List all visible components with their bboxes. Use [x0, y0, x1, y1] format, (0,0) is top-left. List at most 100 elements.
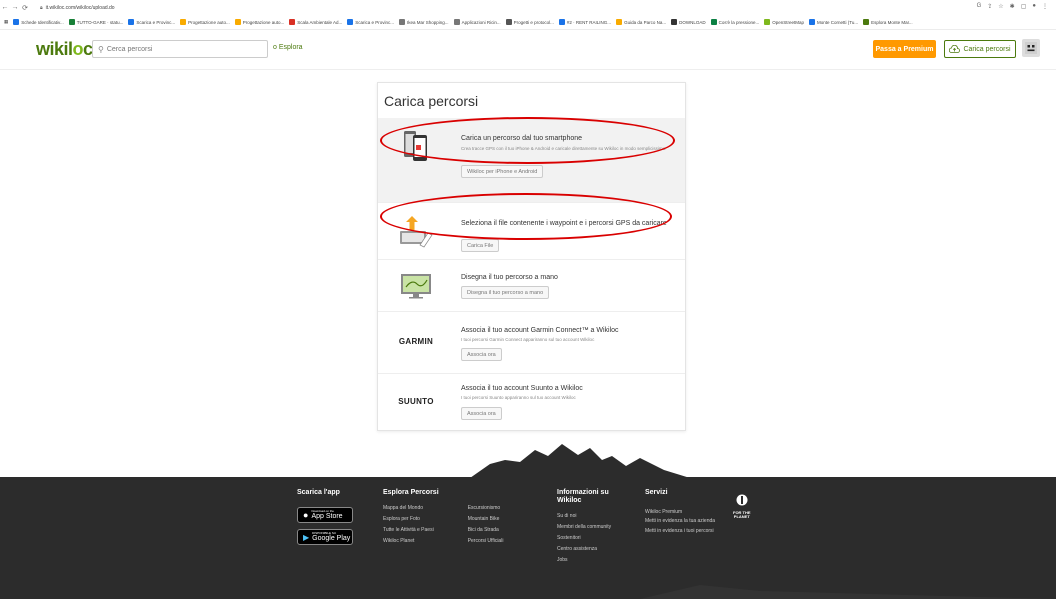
premium-button[interactable]: Passa a Premium	[873, 40, 936, 58]
bookmark-item[interactable]: #2 · RENT RAILING...	[558, 19, 612, 25]
google-play-badge[interactable]: ▶ DISPONIBILE SU Google Play	[297, 529, 353, 545]
bookmark-item[interactable]: TUTTO-GARE · statu...	[68, 19, 123, 25]
bookmark-favicon-icon	[128, 19, 135, 25]
back-icon[interactable]: ←	[0, 4, 10, 11]
footer-link[interactable]: Escursionismo	[468, 503, 504, 514]
bookmark-label: Schede Identificativ...	[21, 19, 64, 25]
footer-heading: Informazioni su Wikiloc	[557, 489, 609, 504]
option-title: Seleziona il file contenente i waypoint …	[461, 220, 667, 227]
apple-icon: ●	[303, 510, 309, 520]
bookmark-item[interactable]: Monte Cornetti (Tu...	[809, 19, 858, 25]
explore-link[interactable]: o Esplora	[273, 44, 303, 51]
bookmark-item[interactable]: DOWNLOAD	[671, 19, 706, 25]
upload-tracks-button[interactable]: Carica percorsi	[944, 40, 1016, 58]
smartphone-app-button[interactable]: Wikiloc per iPhone e Android	[461, 165, 544, 178]
footer-link[interactable]: Percorsi Ufficiali	[468, 536, 504, 547]
footer-link[interactable]: Sostenitori	[557, 533, 611, 544]
file-upload-icon	[398, 213, 434, 249]
avatar[interactable]	[1022, 39, 1040, 57]
bookmark-item[interactable]: Ikea Mar Shopping...	[399, 19, 449, 25]
draw-track-button[interactable]: Disegna il tuo percorso a mano	[461, 286, 550, 299]
bookmark-label: OpenStreetMap	[772, 19, 805, 25]
footer-link[interactable]: Membri della community	[557, 522, 611, 533]
footer-link[interactable]: Mountain Bike	[468, 514, 504, 525]
cloud-upload-icon	[949, 45, 961, 53]
wikiloc-logo[interactable]: wikiloc	[36, 39, 93, 60]
bookmark-label: Progetti e protocol...	[513, 19, 554, 25]
footer-link[interactable]: Jobs	[557, 555, 611, 566]
bookmark-item[interactable]: Progetti e protocol...	[505, 19, 554, 25]
bookmark-favicon-icon	[505, 19, 512, 25]
footer-heading: Servizi	[645, 489, 668, 496]
browser-actions: G ⇪ ☆ ✱ ▢ ● ⋮	[977, 3, 1048, 10]
footer-services-column: Servizi Wikiloc Premium Metti in evidenz…	[645, 489, 717, 535]
bookmark-label: Cos'è la pressione...	[718, 19, 760, 25]
bookmark-favicon-icon	[13, 19, 20, 25]
footer-link[interactable]: Su di noi	[557, 511, 611, 522]
bookmark-favicon-icon	[616, 19, 623, 25]
google-icon[interactable]: G	[977, 3, 982, 10]
bookmark-label: Scala Ambientale Ad...	[297, 19, 343, 25]
connect-suunto-button[interactable]: Associa ora	[461, 407, 502, 420]
play-icon: ▶	[303, 532, 310, 542]
footer-link[interactable]: Esplora per Foto	[383, 514, 434, 525]
upload-file-button[interactable]: Carica File	[461, 239, 500, 252]
smartphone-icon	[398, 128, 434, 164]
address-bar[interactable]: it.wikiloc.com/wikiloc/upload.do	[46, 5, 115, 11]
bookmark-favicon-icon	[68, 19, 75, 25]
bookmark-item[interactable]: OpenStreetMap	[764, 19, 804, 25]
bookmark-item[interactable]: Esplora Monte Mar...	[863, 19, 913, 25]
option-title: Disegna il tuo percorso a mano	[461, 274, 558, 281]
explore-links-col1: Mappa del Mondo Esplora per Foto Tutte l…	[383, 503, 434, 547]
option-title: Carica un percorso dal tuo smartphone	[461, 135, 583, 142]
footer-link[interactable]: Metti in evidenza la tua azienda	[645, 518, 717, 525]
profile-icon[interactable]: ●	[1032, 3, 1036, 10]
footer-heading: Esplora Percorsi	[383, 489, 439, 496]
bookmark-favicon-icon	[453, 19, 460, 25]
bookmark-favicon-icon	[764, 19, 771, 25]
footer-app-column: Scarica l'app ● Download on the App Store…	[297, 489, 353, 545]
bookmark-item[interactable]: Schede Identificativ...	[13, 19, 64, 25]
forward-icon[interactable]: →	[10, 4, 20, 11]
bookmark-item[interactable]: Progettazione auto...	[180, 19, 230, 25]
footer-link[interactable]: Centro assistenza	[557, 544, 611, 555]
footer-link[interactable]: Tutte le Attività e Paesi	[383, 525, 434, 536]
extensions-icon[interactable]: ✱	[1010, 3, 1015, 10]
bookmark-favicon-icon	[399, 19, 406, 25]
footer-link[interactable]: Wikiloc Planet	[383, 536, 434, 547]
connect-garmin-button[interactable]: Associa ora	[461, 348, 502, 361]
search-input[interactable]: ⚲ Cerca percorsi	[92, 40, 268, 58]
star-icon[interactable]: ☆	[998, 3, 1003, 10]
footer-link[interactable]: Mappa del Mondo	[383, 503, 434, 514]
share-icon[interactable]: ⇪	[987, 3, 992, 10]
footer-link[interactable]: Bici da Strada	[468, 525, 504, 536]
for-the-planet-logo[interactable]: FOR THE PLANET	[733, 493, 751, 519]
reload-icon[interactable]: ⟳	[20, 4, 30, 12]
menu-icon[interactable]: ⋮	[1042, 3, 1048, 10]
bookmark-item[interactable]: Progettazione auto...	[234, 19, 284, 25]
bookmark-item[interactable]: Scala Ambientale Ad...	[289, 19, 342, 25]
app-store-badge[interactable]: ● Download on the App Store	[297, 507, 353, 523]
bookmark-favicon-icon	[347, 19, 354, 25]
footer-link[interactable]: Wikiloc Premium	[645, 507, 717, 518]
mountains-illustration	[0, 444, 1056, 478]
upload-option-smartphone: Carica un percorso dal tuo smartphone Cr…	[378, 118, 685, 203]
bookmark-favicon-icon	[289, 19, 296, 25]
bookmark-item[interactable]: Scarica e Provinc...	[128, 19, 175, 25]
bookmark-item[interactable]: Guida da Parco Na...	[616, 19, 666, 25]
bookmark-label: Ikea Mar Shopping...	[407, 19, 449, 25]
bookmark-item[interactable]: Scarica e Provinc...	[347, 19, 394, 25]
window-icon[interactable]: ▢	[1021, 3, 1027, 10]
bookmark-label: Applicazioni Ricin...	[461, 19, 501, 25]
apps-icon[interactable]: ▦	[4, 19, 8, 25]
site-header: wikiloc ⚲ Cerca percorsi o Esplora Passa…	[0, 30, 1056, 70]
footer-heading: Scarica l'app	[297, 489, 340, 496]
bookmark-label: #2 · RENT RAILING...	[566, 19, 612, 25]
bookmark-item[interactable]: Cos'è la pressione...	[710, 19, 760, 25]
bookmark-label: Scarica e Provinc...	[355, 19, 395, 25]
planet-icon	[736, 494, 748, 506]
footer-link[interactable]: Metti in evidenza i tuoi percorsi	[645, 528, 717, 535]
search-placeholder: Cerca percorsi	[106, 45, 153, 53]
bookmark-item[interactable]: Applicazioni Ricin...	[453, 19, 501, 25]
browser-toolbar: ← → ⟳ 🔒︎ it.wikiloc.com/wikiloc/upload.d…	[0, 0, 1056, 15]
